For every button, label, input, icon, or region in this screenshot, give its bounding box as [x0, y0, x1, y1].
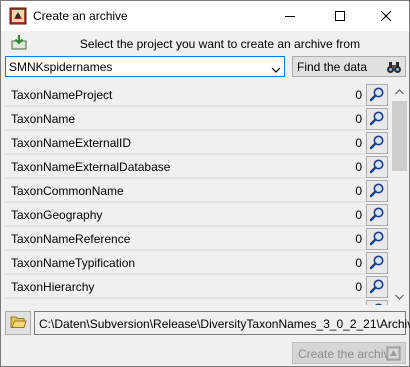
scroll-down-icon[interactable]	[391, 288, 408, 305]
scrollbar-thumb[interactable]	[392, 101, 407, 171]
table-list: TaxonNameProject 0 TaxonName 0 TaxonNameExte…	[5, 83, 390, 305]
table-name: TaxonNameProject	[11, 88, 113, 102]
inspect-table-button[interactable]	[366, 252, 388, 274]
archive-icon	[386, 346, 401, 361]
table-count: 0	[355, 208, 362, 222]
create-archive-label: Create the archive	[298, 347, 397, 361]
folder-icon	[10, 315, 27, 332]
table-name: TaxonNameReference	[11, 232, 131, 246]
binoculars-icon	[386, 59, 402, 75]
create-archive-window: Create an archive Select the project you…	[0, 0, 410, 367]
inspect-table-button[interactable]	[366, 132, 388, 154]
inspect-table-button[interactable]	[366, 108, 388, 130]
title-bar: Create an archive	[1, 1, 409, 31]
magnifier-icon	[369, 230, 385, 249]
table-name: TaxonCommonName	[11, 184, 124, 198]
archive-path-field[interactable]: C:\Daten\Subversion\Release\DiversityTax…	[34, 311, 410, 335]
magnifier-icon	[369, 302, 385, 305]
inspect-table-button[interactable]	[366, 84, 388, 106]
close-button[interactable]	[369, 1, 403, 31]
table-row: TaxonNameProject 0	[5, 83, 390, 107]
table-name: TaxonNameTypification	[11, 256, 136, 270]
table-row: TaxonNameExternalID 0	[5, 131, 390, 155]
header-instruction: Select the project you want to create an…	[79, 37, 361, 51]
table-name: TaxonAcceptedName	[11, 304, 125, 305]
table-row: TaxonAcceptedName 0	[5, 299, 390, 305]
table-name: TaxonNameExternalDatabase	[11, 160, 171, 174]
header-row: Select the project you want to create an…	[1, 31, 409, 55]
table-name: TaxonHierarchy	[11, 280, 95, 294]
chevron-down-icon[interactable]	[271, 63, 281, 73]
table-name: TaxonName	[11, 112, 76, 126]
project-select-value: SMNKspidernames	[9, 60, 113, 74]
open-folder-button[interactable]	[5, 311, 31, 335]
table-count: 0	[355, 136, 362, 150]
minimize-button[interactable]	[273, 1, 307, 31]
inspect-table-button[interactable]	[366, 300, 388, 305]
table-count: 0	[355, 232, 362, 246]
magnifier-icon	[369, 278, 385, 297]
create-archive-button[interactable]: Create the archive	[292, 342, 406, 364]
table-row: TaxonName 0	[5, 107, 390, 131]
table-count: 0	[355, 88, 362, 102]
table-name: TaxonGeography	[11, 208, 103, 222]
inspect-table-button[interactable]	[366, 180, 388, 202]
inspect-table-button[interactable]	[366, 276, 388, 298]
maximize-button[interactable]	[323, 1, 357, 31]
table-count: 0	[355, 112, 362, 126]
table-count: 0	[355, 256, 362, 270]
magnifier-icon	[369, 134, 385, 153]
table-row: TaxonCommonName 0	[5, 179, 390, 203]
magnifier-icon	[369, 110, 385, 129]
table-row: TaxonNameTypification 0	[5, 251, 390, 275]
app-icon	[9, 7, 27, 25]
table-row: TaxonGeography 0	[5, 203, 390, 227]
vertical-scrollbar[interactable]	[391, 83, 408, 305]
table-count: 0	[355, 304, 362, 305]
table-row: TaxonNameExternalDatabase 0	[5, 155, 390, 179]
table-name: TaxonNameExternalID	[11, 136, 132, 150]
inspect-table-button[interactable]	[366, 204, 388, 226]
magnifier-icon	[369, 206, 385, 225]
find-data-button[interactable]: Find the data	[292, 56, 406, 77]
archive-path-value: C:\Daten\Subversion\Release\DiversityTax…	[39, 317, 410, 331]
table-count: 0	[355, 184, 362, 198]
magnifier-icon	[369, 86, 385, 105]
inspect-table-button[interactable]	[366, 228, 388, 250]
table-count: 0	[355, 160, 362, 174]
table-row: TaxonHierarchy 0	[5, 275, 390, 299]
window-title: Create an archive	[33, 9, 128, 23]
inspect-table-button[interactable]	[366, 156, 388, 178]
magnifier-icon	[369, 254, 385, 273]
magnifier-icon	[369, 182, 385, 201]
find-data-label: Find the data	[297, 60, 368, 74]
table-count: 0	[355, 280, 362, 294]
scroll-up-icon[interactable]	[391, 83, 408, 100]
table-row: TaxonNameReference 0	[5, 227, 390, 251]
magnifier-icon	[369, 158, 385, 177]
project-select[interactable]: SMNKspidernames	[5, 56, 285, 77]
